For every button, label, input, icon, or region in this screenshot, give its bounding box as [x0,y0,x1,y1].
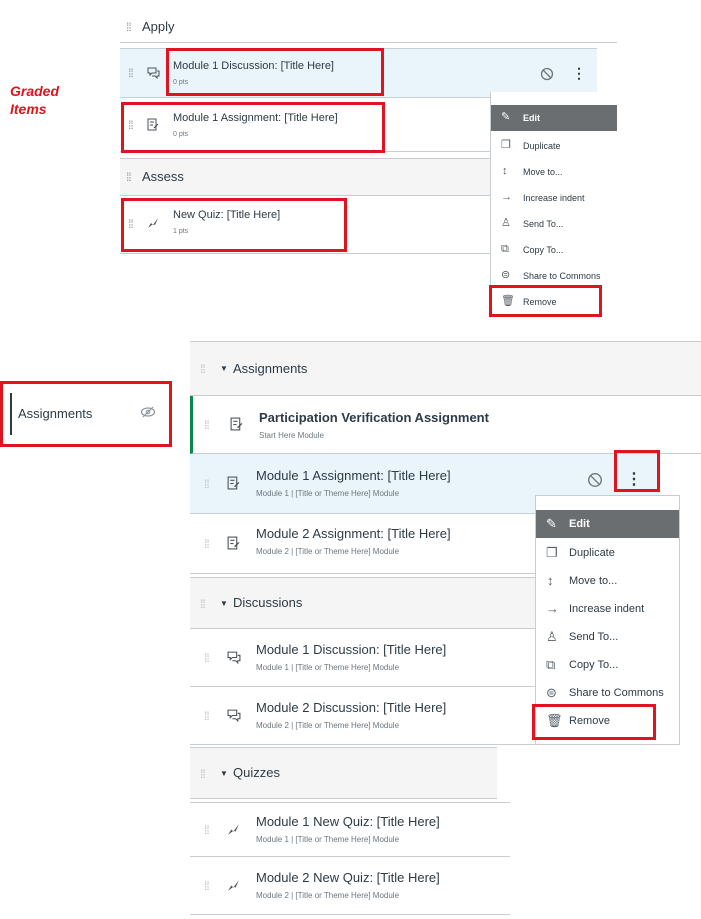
commons-icon: ⊜ [501,269,511,281]
item-title[interactable]: Module 1 New Quiz: [Title Here] [256,814,440,829]
menu-item-move[interactable]: ↕ Move to... [536,568,679,594]
drag-handle-icon[interactable]: ⁞⁞ [200,598,206,610]
menu-item-duplicate[interactable]: ❐ Duplicate [491,134,617,158]
item-title[interactable]: Module 1 Assignment: [Title Here] [256,468,451,483]
copy-icon: ⧉ [546,657,556,672]
item-subtitle: Module 1 | [Title or Theme Here] Module [256,663,400,672]
highlight-box [489,285,602,317]
item-title[interactable]: Module 2 Discussion: [Title Here] [256,700,446,715]
item-subtitle: Module 1 | [Title or Theme Here] Module [256,489,400,498]
highlight-box [121,198,347,252]
apply-header: ⁞⁞ Apply [120,12,617,43]
group-header-label: Discussions [233,595,303,610]
item-subtitle: Module 2 | [Title or Theme Here] Module [256,547,400,556]
highlight-box [0,381,172,447]
group-header-quizzes[interactable]: ⁞⁞ ▼ Quizzes [190,747,497,799]
group-header-label: Assignments [233,361,308,376]
caret-down-icon[interactable]: ▼ [220,599,228,608]
duplicate-icon: ❐ [546,545,558,560]
menu-item-copy-to[interactable]: ⧉ Copy To... [536,652,679,678]
item-subtitle: Start Here Module [259,431,324,440]
discussion-icon [147,67,160,81]
apply-header-label: Apply [142,19,175,34]
drag-handle-icon[interactable]: ⁞⁞ [128,67,134,79]
drag-handle-icon[interactable]: ⁞⁞ [126,21,132,33]
group-header-assignments[interactable]: ⁞⁞ ▼ Assignments [190,341,701,396]
highlight-box [121,102,385,153]
pencil-icon: ✎ [501,111,511,123]
duplicate-icon: ❐ [501,139,511,151]
move-icon: ↕ [547,573,554,588]
assignment-icon [227,536,240,552]
assignment-icon [230,417,243,433]
menu-item-move[interactable]: ↕ Move to... [491,160,617,184]
group-header-label: Quizzes [233,765,280,780]
menu-item-copy-to[interactable]: ⧉ Copy To... [491,238,617,262]
user-icon: ♙ [501,217,511,229]
kebab-menu-icon[interactable]: ⋮ [572,65,586,82]
menu-item-indent[interactable]: → Increase indent [536,596,679,622]
menu-item-indent[interactable]: → Increase indent [491,186,617,210]
item-title[interactable]: Module 2 New Quiz: [Title Here] [256,870,440,885]
item-subtitle: Module 2 | [Title or Theme Here] Module [256,891,400,900]
unpublished-icon[interactable] [587,472,603,493]
assignment-row[interactable]: ⁞⁞ Participation Verification Assignment… [190,396,701,454]
item-subtitle: Module 1 | [Title or Theme Here] Module [256,835,400,844]
menu-item-duplicate[interactable]: ❐ Duplicate [536,540,679,566]
discussion-row[interactable]: ⁞⁞ Module 2 Discussion: [Title Here] Mod… [190,687,535,745]
discussion-row[interactable]: ⁞⁞ Module 1 Discussion: [Title Here] Mod… [190,629,535,687]
drag-handle-icon[interactable]: ⁞⁞ [204,880,210,892]
highlight-box [532,704,656,740]
drag-handle-icon[interactable]: ⁞⁞ [204,478,210,490]
caret-down-icon[interactable]: ▼ [220,769,228,778]
copy-icon: ⧉ [501,243,509,255]
move-icon: ↕ [502,165,508,177]
graded-items-label: Graded Items [10,83,60,117]
discussion-icon [227,709,241,724]
item-title[interactable]: Module 2 Assignment: [Title Here] [256,526,451,541]
quiz-icon [227,823,241,838]
menu-item-share-commons[interactable]: ⊜ Share to Commons [536,680,679,706]
quiz-row[interactable]: ⁞⁞ Module 1 New Quiz: [Title Here] Modul… [190,802,510,857]
arrow-right-icon: → [501,191,512,203]
assess-header: ⁞⁞ Assess [120,158,490,196]
drag-handle-icon[interactable]: ⁞⁞ [200,363,206,375]
drag-handle-icon[interactable]: ⁞⁞ [204,652,210,664]
group-header-discussions[interactable]: ⁞⁞ ▼ Discussions [190,577,535,629]
highlight-box [614,450,660,492]
item-title[interactable]: Participation Verification Assignment [259,410,489,425]
assignment-icon [227,476,240,492]
highlight-box [166,48,384,96]
item-title[interactable]: Module 1 Discussion: [Title Here] [256,642,446,657]
quiz-row[interactable]: ⁞⁞ Module 2 New Quiz: [Title Here] Modul… [190,857,510,915]
caret-down-icon[interactable]: ▼ [220,364,228,373]
drag-handle-icon[interactable]: ⁞⁞ [200,768,206,780]
drag-handle-icon[interactable]: ⁞⁞ [204,824,210,836]
assess-header-label: Assess [142,169,184,184]
quiz-icon [227,879,241,894]
assignment-row[interactable]: ⁞⁞ Module 2 Assignment: [Title Here] Mod… [190,514,535,574]
drag-handle-icon[interactable]: ⁞⁞ [204,710,210,722]
discussion-icon [227,651,241,666]
menu-item-send-to[interactable]: ♙ Send To... [536,624,679,650]
drag-handle-icon[interactable]: ⁞⁞ [204,419,210,431]
commons-icon: ⊜ [546,685,557,700]
drag-handle-icon[interactable]: ⁞⁞ [126,171,132,183]
unpublished-icon[interactable] [540,67,554,86]
menu-item-send-to[interactable]: ♙ Send To... [491,212,617,236]
pencil-icon: ✎ [546,516,557,531]
user-icon: ♙ [546,629,558,644]
menu-item-edit[interactable]: ✎ Edit [536,510,679,538]
menu-item-edit[interactable]: ✎ Edit [491,105,617,131]
item-subtitle: Module 2 | [Title or Theme Here] Module [256,721,400,730]
drag-handle-icon[interactable]: ⁞⁞ [204,538,210,550]
arrow-right-icon: → [546,601,559,616]
